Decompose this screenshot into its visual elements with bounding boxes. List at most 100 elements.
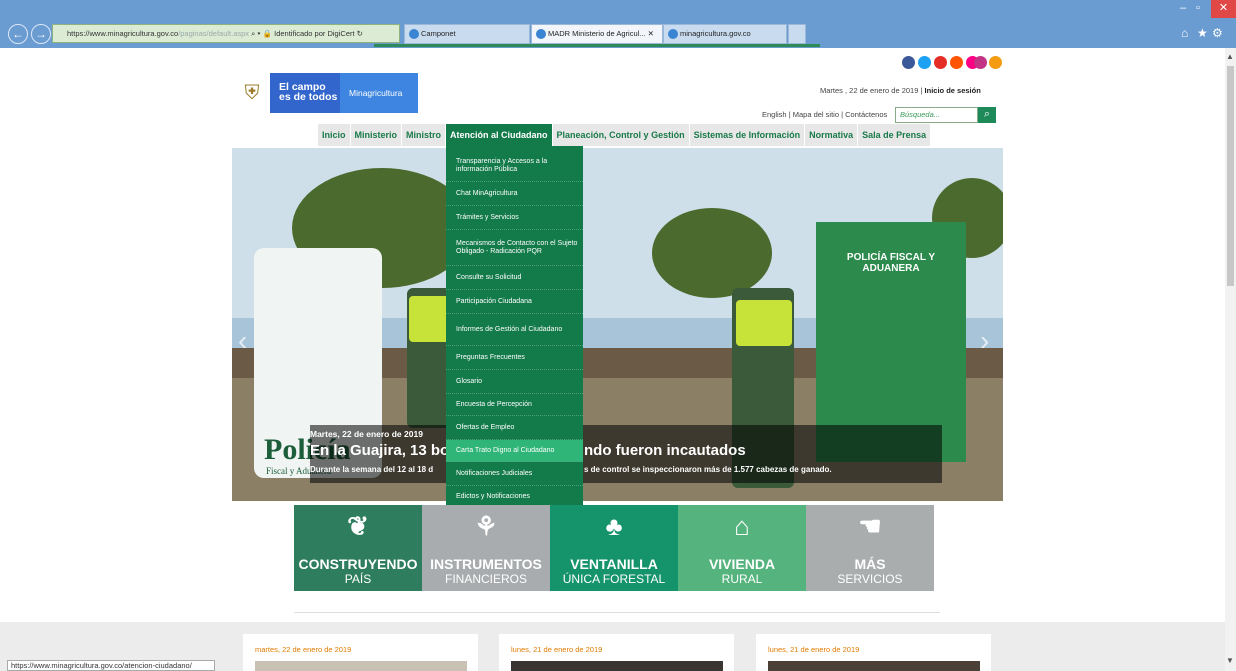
nav-sala-prensa[interactable]: Sala de Prensa	[858, 124, 932, 146]
hand-icon: ☚	[858, 511, 882, 541]
service-tiles: ❦ CONSTRUYENDO PAÍS ⚘ INSTRUMENTOS FINANCIER…	[294, 505, 934, 591]
dropdown-item-glosario[interactable]: Glosario	[446, 370, 583, 394]
house-icon: ⌂	[734, 511, 750, 541]
atencion-dropdown: Transparencia y Accesos a la información…	[446, 146, 583, 508]
ie-icon	[536, 29, 546, 39]
tab-group-line	[374, 44, 820, 47]
search-button[interactable]: ⌕	[978, 107, 996, 123]
tile-ventanilla-forestal[interactable]: ♣ VENTANILLA ÚNICA FORESTAL	[550, 505, 678, 591]
tile-mas-servicios[interactable]: ☚ MÁS SERVICIOS	[806, 505, 934, 591]
close-icon[interactable]: ✕	[1211, 0, 1236, 18]
search-input[interactable]: Búsqueda...	[895, 107, 978, 123]
news-image[interactable]	[255, 661, 467, 671]
hero-title-right[interactable]: ndo fueron incautados	[584, 442, 746, 459]
tab-close-icon[interactable]: ✕	[648, 29, 654, 38]
nav-atencion-ciudadano[interactable]: Atención al Ciudadano	[446, 124, 553, 146]
tab-madr[interactable]: MADR Ministerio de Agricul... ✕	[531, 24, 663, 44]
tab-label: MADR Ministerio de Agricul...	[548, 29, 646, 38]
dropdown-item-carta-trato[interactable]: Carta Trato Digno al Ciudadano	[446, 440, 583, 462]
nav-ministerio[interactable]: Ministerio	[351, 124, 403, 146]
youtube-icon[interactable]	[934, 56, 947, 69]
carousel-prev-icon[interactable]: ‹	[238, 325, 247, 357]
minimize-icon[interactable]: –	[1180, 2, 1186, 14]
scroll-up-icon[interactable]: ▲	[1226, 52, 1234, 61]
lock-icon: 🔒	[262, 29, 273, 38]
tile-construyendo-pais[interactable]: ❦ CONSTRUYENDO PAÍS	[294, 505, 422, 591]
nav-planeacion[interactable]: Planeación, Control y Gestión	[553, 124, 690, 146]
soundcloud-icon[interactable]	[950, 56, 963, 69]
tab-label: Camponet	[421, 29, 456, 38]
hero-title-left[interactable]: En la Guajira, 13 bo	[310, 442, 449, 459]
ie-icon	[668, 29, 678, 39]
back-icon[interactable]: ←	[8, 24, 28, 44]
certificate-label: Identificado por DigiCert	[274, 29, 355, 38]
hero-subtitle-right: s de control se inspeccionaron más de 1.…	[584, 465, 832, 474]
url-path: /paginas/default.aspx	[178, 29, 250, 38]
rss-icon[interactable]	[989, 56, 1002, 69]
scroll-thumb[interactable]	[1227, 66, 1234, 286]
logo-slogan: El campo es de todos	[270, 73, 340, 113]
news-image[interactable]	[511, 661, 723, 671]
forward-icon[interactable]: →	[31, 24, 51, 44]
address-bar[interactable]: https://www.minagricultura.gov.co/pagina…	[52, 24, 400, 43]
dropdown-item-empleo[interactable]: Ofertas de Empleo	[446, 416, 583, 440]
favorites-icon[interactable]: ★	[1197, 26, 1208, 40]
news-image[interactable]	[768, 661, 980, 671]
news-date: martes, 22 de enero de 2019	[255, 645, 352, 654]
dropdown-item-chat[interactable]: Chat MinAgricultura	[446, 182, 583, 206]
dropdown-item-notificaciones[interactable]: Notificaciones Judiciales	[446, 462, 583, 486]
news-card[interactable]: martes, 22 de enero de 2019	[243, 634, 478, 671]
dropdown-item-informes[interactable]: Informes de Gestión al Ciudadano	[446, 314, 583, 346]
restore-icon[interactable]: ▫	[1196, 2, 1200, 14]
site-logo[interactable]: ⛨ El campo es de todos Minagricultura	[234, 73, 418, 113]
news-date: lunes, 21 de enero de 2019	[768, 645, 860, 654]
dropdown-item-mecanismos[interactable]: Mecanismos de Contacto con el Sujeto Obl…	[446, 230, 583, 266]
instagram-icon[interactable]	[974, 56, 987, 69]
nav-ministro[interactable]: Ministro	[402, 124, 447, 146]
nav-inicio[interactable]: Inicio	[318, 124, 351, 146]
search-icon[interactable]: ⌕ ▾	[251, 29, 263, 38]
news-date: lunes, 21 de enero de 2019	[511, 645, 603, 654]
url-host: https://www.minagricultura.gov.co	[67, 29, 179, 38]
sprout-icon: ❦	[347, 511, 369, 541]
nav-sistemas[interactable]: Sistemas de Información	[690, 124, 806, 146]
dropdown-item-encuesta[interactable]: Encuesta de Percepción	[446, 394, 583, 416]
hero-subtitle-left: Durante la semana del 12 al 18 d	[310, 465, 434, 474]
dropdown-item-transparencia[interactable]: Transparencia y Accesos a la información…	[446, 150, 583, 182]
tile-instrumentos-financieros[interactable]: ⚘ INSTRUMENTOS FINANCIEROS	[422, 505, 550, 591]
news-card[interactable]: lunes, 21 de enero de 2019	[756, 634, 991, 671]
news-card[interactable]: lunes, 21 de enero de 2019	[499, 634, 734, 671]
english-link[interactable]: English	[762, 110, 787, 119]
header-date: Martes , 22 de enero de 2019 | Inicio de…	[820, 86, 981, 95]
tab-label: minagricultura.gov.co	[680, 29, 751, 38]
new-tab-button[interactable]	[788, 24, 806, 44]
page-scrollbar[interactable]: ▲ ▼	[1225, 48, 1236, 671]
divider	[294, 612, 940, 613]
twitter-icon[interactable]	[918, 56, 931, 69]
home-icon[interactable]: ⌂	[1181, 26, 1188, 40]
nav-normativa[interactable]: Normativa	[805, 124, 859, 146]
facebook-icon[interactable]	[902, 56, 915, 69]
contact-link[interactable]: Contáctenos	[845, 110, 887, 119]
dropdown-item-consulte[interactable]: Consulte su Solicitud	[446, 266, 583, 290]
carousel-next-icon[interactable]: ›	[980, 325, 989, 357]
utility-links: English | Mapa del sitio | Contáctenos	[762, 110, 888, 119]
tab-camponet[interactable]: Camponet	[404, 24, 530, 44]
tab-minagricultura[interactable]: minagricultura.gov.co	[663, 24, 787, 44]
dropdown-item-preguntas[interactable]: Preguntas Frecuentes	[446, 346, 583, 370]
status-bar-url: https://www.minagricultura.gov.co/atenci…	[7, 660, 215, 671]
login-link[interactable]: Inicio de sesión	[925, 86, 981, 95]
settings-gear-icon[interactable]: ⚙	[1212, 26, 1223, 40]
coat-of-arms-icon: ⛨	[234, 73, 270, 113]
scroll-down-icon[interactable]: ▼	[1226, 656, 1234, 665]
refresh-icon[interactable]: ↻	[357, 29, 363, 38]
ie-icon	[409, 29, 419, 39]
sitemap-link[interactable]: Mapa del sitio	[793, 110, 839, 119]
main-nav: Inicio Ministerio Ministro Atención al C…	[318, 124, 932, 146]
logo-brand: Minagricultura	[340, 73, 418, 113]
tile-vivienda-rural[interactable]: ⌂ VIVIENDA RURAL	[678, 505, 806, 591]
wheat-icon: ⚘	[474, 511, 498, 541]
dropdown-item-participacion[interactable]: Participación Ciudadana	[446, 290, 583, 314]
dropdown-item-tramites[interactable]: Trámites y Servicios	[446, 206, 583, 230]
tree-icon: ♣	[605, 511, 623, 541]
